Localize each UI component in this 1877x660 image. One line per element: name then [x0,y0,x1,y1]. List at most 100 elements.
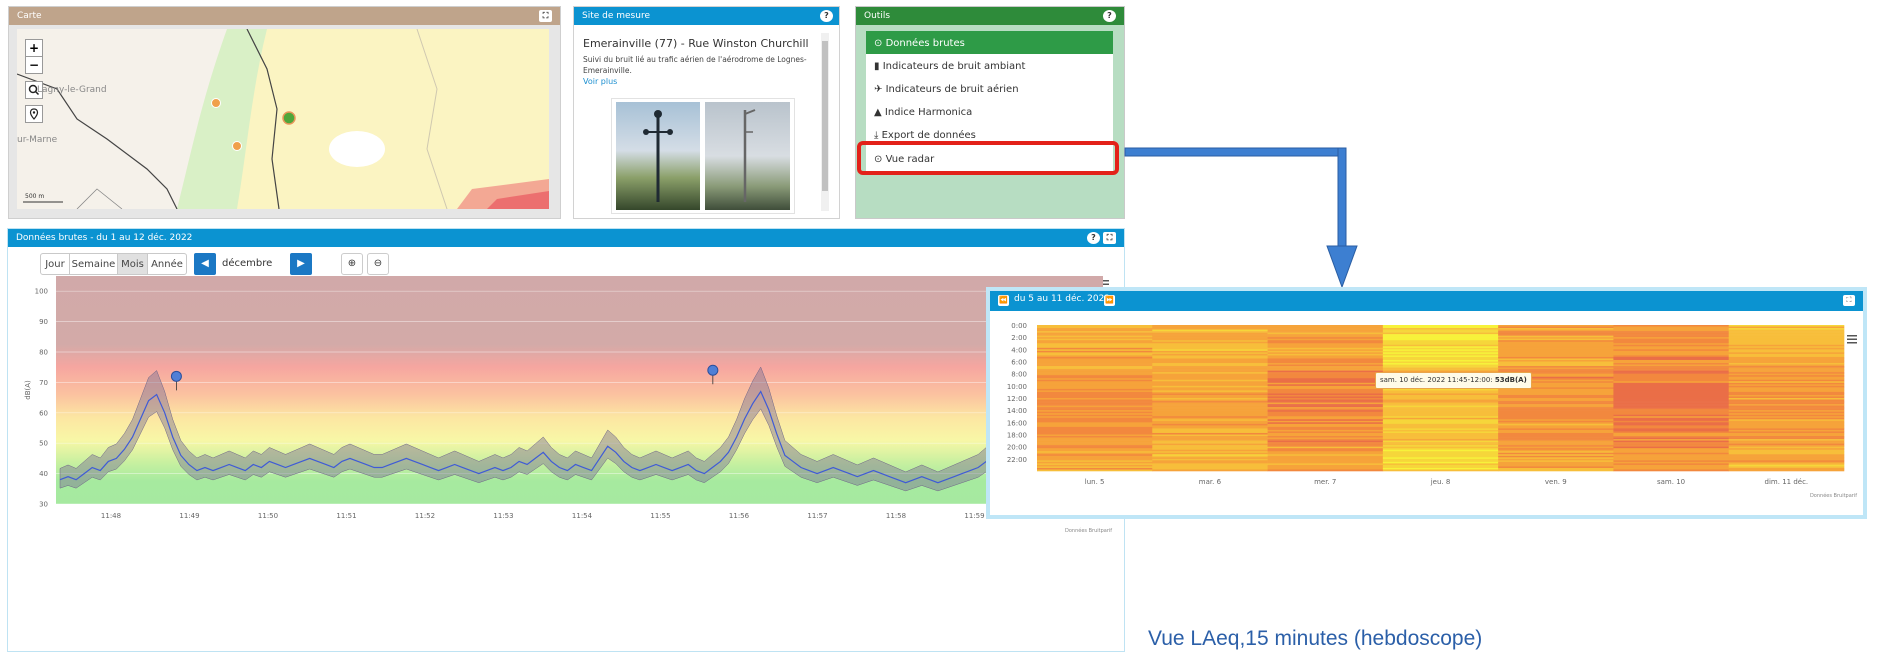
map-place-label: ur-Marne [17,135,58,145]
map-title: Carte [17,11,42,21]
map-panel-header: Carte ⛶ [9,7,560,25]
x-tick-label: 11:55 [650,512,670,520]
heatmap-credit: Données Bruitparif [1809,493,1857,499]
heatmap-x-label: sam. 10 [1657,478,1685,486]
hebdoscope-panel: ⏪ du 5 au 11 déc. 2022 ⏩ ⛶ 0:00 2:00 4:00 6… [986,287,1867,519]
heatmap-cell [1037,469,1153,472]
help-icon[interactable]: ? [1103,10,1116,22]
x-tick-label: 11:52 [415,512,435,520]
y-axis-label: dB(A) [24,380,32,400]
tools-panel-header: Outils ? [856,7,1124,25]
heatmap-cell [1267,469,1384,472]
expand-icon[interactable]: ⛶ [1843,295,1855,306]
heatmap-cell [1382,469,1499,472]
heatmap-y-label: 16:00 [1007,419,1027,427]
bar-chart-icon: ▮ [874,61,883,72]
heatmap-cell [1152,469,1268,472]
site-panel-header: Site de mesure ? [574,7,839,25]
x-tick-label: 11:59 [964,512,984,520]
vue-radar-highlight [857,141,1119,175]
tools-title: Outils [864,11,891,21]
tools-panel: Outils ? ⊙ Données brutes ▮ Indicateurs … [855,6,1125,219]
pin-icon [29,108,39,120]
microphone-photo-icon [643,110,673,202]
x-tick-label: 11:53 [493,512,513,520]
x-tick-label: 11:49 [179,512,199,520]
heatmap-x-label: jeu. 8 [1430,478,1451,486]
map-place-label: Lagny-le-Grand [37,85,107,95]
site-description: Suivi du bruit lié au trafic aérien de l… [583,55,807,75]
y-tick-label: 70 [39,379,48,387]
heatmap-x-label: dim. 11 déc. [1765,478,1809,486]
site-scrollbar[interactable] [821,33,829,211]
y-tick-label: 40 [39,470,48,478]
see-more-link[interactable]: Voir plus [583,77,617,86]
pole-photo-icon [743,109,756,202]
peak-marker[interactable] [170,370,182,382]
heatmap-y-label: 10:00 [1007,383,1027,391]
heatmap-y-label: 20:00 [1007,444,1027,452]
site-photo[interactable] [616,102,700,210]
map-canvas[interactable]: + − Lagny-le-Grand ur-Marne 500 m [17,29,549,209]
heatmap-x-label: ven. 9 [1545,478,1567,486]
heatmap-y-label: 22:00 [1007,456,1027,464]
heatmap-y-label: 4:00 [1011,346,1027,354]
data-panel: Données brutes - du 1 au 12 déc. 2022 ? … [7,228,1125,652]
prev-week-button[interactable]: ⏪ [998,295,1009,306]
x-tick-label: 11:58 [886,512,906,520]
x-tick-label: 11:50 [258,512,278,520]
heatmap-tooltip: sam. 10 déc. 2022 11:45-12:00: 53dB(A) [1375,372,1532,389]
site-title: Site de mesure [582,11,650,21]
clock-icon: ⊙ [874,38,886,49]
heatmap-x-label: lun. 5 [1085,478,1105,486]
map-locate-button[interactable] [25,105,43,123]
heatmap-x-label: mar. 6 [1199,478,1222,486]
y-tick-label: 30 [39,501,48,509]
heatmap-cell [1498,469,1614,472]
noise-line-chart[interactable]: 30 40 50 60 70 80 90 100 dB(A) 11:48 11:49 11:50 11:… [8,229,1124,651]
x-tick-label: 11:48 [101,512,121,520]
figure-caption: Vue LAeq,15 minutes (hebdoscope) [1148,627,1483,650]
map-svg [17,29,549,209]
chart-credit: Données Bruitparif [1065,528,1113,534]
heatmap-y-label: 18:00 [1007,432,1027,440]
heatmap-y-label: 14:00 [1007,407,1027,415]
tooltip-value: 53dB(A) [1494,376,1527,384]
heatmap-y-label: 12:00 [1007,395,1027,403]
expand-icon[interactable]: ⛶ [539,10,552,22]
x-tick-label: 11:54 [572,512,593,520]
site-photo[interactable] [705,102,790,210]
download-icon: ⤓ [874,130,882,141]
x-tick-label: 11:57 [807,512,827,520]
peak-marker[interactable] [707,364,719,376]
y-tick-label: 100 [35,288,48,296]
x-tick-label: 11:51 [336,512,356,520]
zoom-out-button[interactable]: − [25,56,43,74]
scrollbar-thumb[interactable] [822,41,828,191]
plane-icon: ✈ [874,84,886,95]
heatmap-cell [1728,469,1845,472]
weekly-heatmap[interactable]: 0:00 2:00 4:00 6:00 8:00 10:00 12:00 14:00 16:00… [990,311,1863,515]
heatmap-menu-icon[interactable] [1846,329,1858,344]
help-icon[interactable]: ? [820,10,833,22]
y-tick-label: 90 [39,318,48,326]
site-panel: Site de mesure ? Emerainville (77) - Rue… [573,6,840,219]
next-week-button[interactable]: ⏩ [1104,295,1115,306]
heatmap-y-label: 6:00 [1011,359,1027,367]
map-panel: Carte ⛶ + − Lagny-le-Grand ur-Marne 500 … [8,6,561,219]
map-scale-label: 500 m [25,193,45,200]
y-tick-label: 50 [39,440,48,448]
y-tick-label: 80 [39,349,48,357]
site-photos [611,98,795,214]
hebdoscope-title: du 5 au 11 déc. 2022 [1014,294,1111,304]
tooltip-label: sam. 10 déc. 2022 11:45-12:00: [1380,376,1493,384]
heatmap-x-label: mer. 7 [1314,478,1336,486]
site-heading: Emerainville (77) - Rue Winston Churchil… [583,37,809,50]
heatmap-cell [1613,469,1730,472]
heatmap-y-label: 0:00 [1011,322,1027,330]
triangle-icon: ▲ [874,107,885,118]
y-tick-label: 60 [39,409,48,417]
zoom-in-button[interactable]: + [25,39,43,57]
connector-arrow [1124,147,1358,289]
x-tick-label: 11:56 [729,512,750,520]
